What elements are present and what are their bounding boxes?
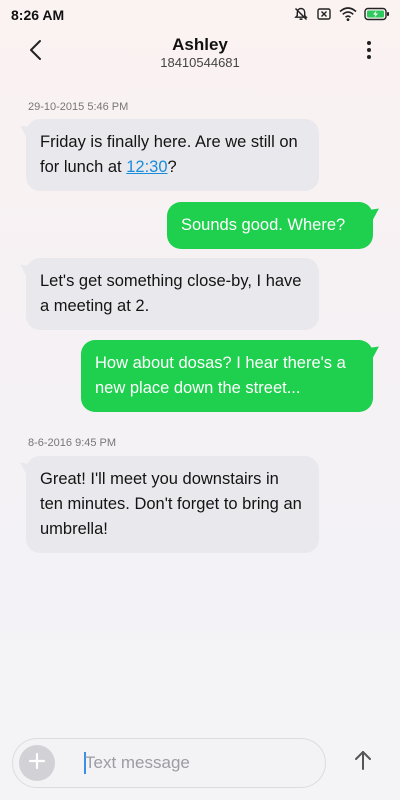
message-input[interactable]: [73, 749, 303, 777]
contact-number: 18410544681: [160, 55, 240, 70]
message-text: Great! I'll meet you downstairs in ten m…: [40, 470, 302, 538]
message-timestamp: 29-10-2015 5:46 PM: [28, 101, 129, 113]
message-composer: [12, 738, 326, 788]
more-options-button[interactable]: [362, 39, 376, 65]
status-bar: 8:26 AM: [0, 0, 400, 30]
conversation-header: Ashley 18410544681: [0, 30, 400, 78]
plus-icon: [28, 752, 46, 775]
message-text: Let's get something close-by, I have a m…: [40, 272, 302, 315]
alarm-off-icon: [293, 6, 309, 27]
battery-charging-icon: [364, 7, 390, 26]
no-sim-icon: [316, 6, 332, 27]
send-button[interactable]: [348, 747, 378, 777]
message-text-end: ?: [167, 158, 177, 176]
incoming-message[interactable]: Great! I'll meet you downstairs in ten m…: [26, 456, 319, 553]
outgoing-message[interactable]: Sounds good. Where?: [167, 202, 373, 249]
send-arrow-icon: [353, 749, 373, 776]
status-time: 8:26 AM: [11, 7, 65, 23]
more-vertical-icon: [366, 40, 372, 65]
message-text: Sounds good. Where?: [181, 216, 346, 234]
message-text: How about dosas? I hear there's a new pl…: [95, 354, 346, 397]
incoming-message[interactable]: Friday is finally here. Are we still on …: [26, 119, 319, 191]
outgoing-message[interactable]: How about dosas? I hear there's a new pl…: [81, 340, 373, 412]
attach-button[interactable]: [19, 745, 55, 781]
incoming-message[interactable]: Let's get something close-by, I have a m…: [26, 258, 319, 330]
time-link[interactable]: 12:30: [126, 158, 167, 176]
message-timestamp: 8-6-2016 9:45 PM: [28, 437, 117, 449]
status-icons: [293, 6, 390, 27]
wifi-icon: [339, 6, 357, 27]
contact-name: Ashley: [172, 35, 228, 54]
